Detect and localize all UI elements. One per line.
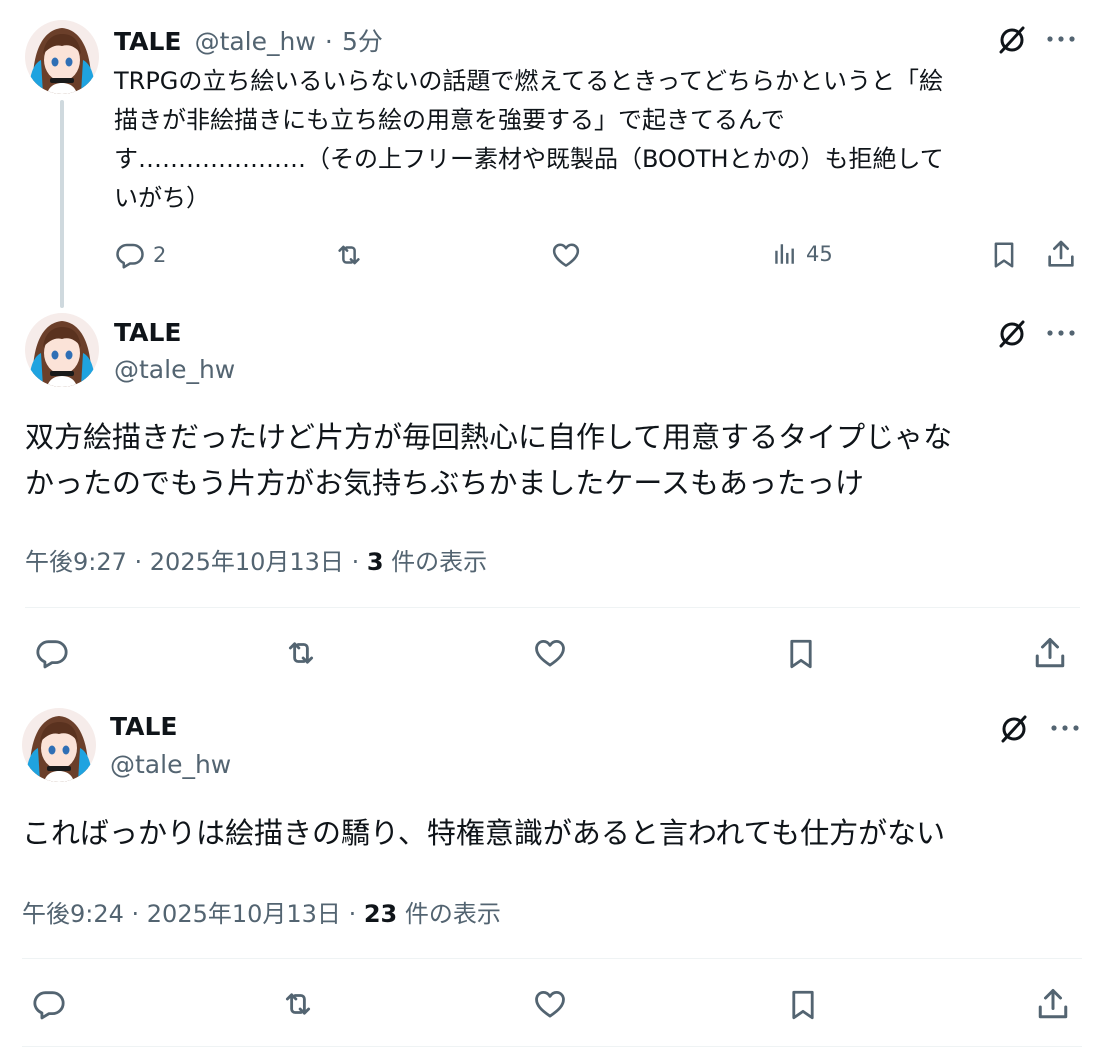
share-icon bbox=[1032, 635, 1068, 671]
bookmark-button[interactable] bbox=[989, 239, 1019, 271]
reply-button[interactable] bbox=[32, 987, 66, 1021]
reply-icon bbox=[32, 987, 66, 1021]
like-icon bbox=[551, 240, 581, 270]
more-dots-icon[interactable] bbox=[1046, 328, 1076, 338]
like-button[interactable] bbox=[551, 240, 581, 270]
share-button[interactable] bbox=[1032, 635, 1068, 671]
avatar[interactable] bbox=[25, 313, 99, 387]
views-count: 45 bbox=[806, 242, 833, 266]
handle[interactable]: @tale_hw bbox=[110, 750, 231, 779]
bookmark-button[interactable] bbox=[784, 636, 818, 672]
retweet-icon bbox=[280, 987, 316, 1021]
bookmark-icon bbox=[989, 239, 1019, 271]
tweet-text-line: 描きが非絵描きにも立ち絵の用意を強要する」で起きてるんで bbox=[114, 106, 785, 134]
tweet-text: 双方絵描きだったけど片方が毎回熱心に自作して用意するタイプじゃな かったのでもう… bbox=[25, 414, 1085, 506]
tweet-text-line: いがち） bbox=[114, 184, 210, 212]
bookmark-icon bbox=[786, 987, 820, 1023]
grok-slash-icon[interactable] bbox=[996, 318, 1028, 350]
display-name[interactable]: TALE bbox=[114, 27, 181, 56]
views-label: 件の表示 bbox=[383, 548, 488, 576]
share-button[interactable] bbox=[1045, 238, 1077, 270]
views-count: 23 bbox=[363, 900, 398, 928]
tweet-timestamp-line: 午後9:27 · 2025年10月13日 · 3 件の表示 bbox=[25, 542, 487, 577]
handle[interactable]: @tale_hw bbox=[195, 27, 316, 56]
reply-icon bbox=[35, 636, 69, 670]
divider bbox=[22, 958, 1082, 959]
share-icon bbox=[1035, 986, 1071, 1022]
like-icon bbox=[533, 636, 567, 670]
reply-icon bbox=[115, 240, 145, 270]
timestamp[interactable]: 午後9:24 · 2025年10月13日 · bbox=[22, 900, 364, 928]
retweet-icon bbox=[333, 240, 365, 270]
reply-button[interactable]: 2 bbox=[115, 240, 166, 270]
views-label: 件の表示 bbox=[397, 900, 501, 928]
tweet-text-line: す…………………（その上フリー素材や既製品（BOOTHとかの）も拒絶して bbox=[114, 145, 944, 173]
tweet-text: こればっかりは絵描きの驕り、特権意識があると言われても仕方がない bbox=[22, 816, 946, 850]
tweet-header: TALE @tale_hw · 5分 bbox=[114, 22, 383, 58]
retweet-button[interactable] bbox=[280, 987, 316, 1021]
handle[interactable]: @tale_hw bbox=[114, 355, 235, 384]
display-name[interactable]: TALE bbox=[110, 712, 177, 741]
timestamp[interactable]: 午後9:27 · 2025年10月13日 · bbox=[25, 548, 367, 576]
tweet-timestamp-line: 午後9:24 · 2025年10月13日 · 23 件の表示 bbox=[22, 894, 501, 929]
more-dots-icon[interactable] bbox=[1046, 34, 1076, 44]
divider bbox=[22, 1046, 1082, 1047]
thread-connector-line bbox=[60, 100, 64, 308]
grok-slash-icon[interactable] bbox=[996, 24, 1028, 56]
retweet-button[interactable] bbox=[333, 240, 365, 270]
retweet-icon bbox=[283, 636, 319, 670]
like-icon bbox=[533, 987, 567, 1021]
share-icon bbox=[1045, 238, 1077, 270]
divider bbox=[25, 607, 1080, 608]
like-button[interactable] bbox=[533, 987, 567, 1021]
more-dots-icon[interactable] bbox=[1050, 723, 1080, 733]
avatar[interactable] bbox=[22, 708, 96, 782]
reply-count: 2 bbox=[153, 243, 167, 267]
display-name[interactable]: TALE bbox=[114, 318, 181, 347]
bookmark-icon bbox=[784, 636, 818, 672]
share-button[interactable] bbox=[1035, 986, 1071, 1022]
like-button[interactable] bbox=[533, 636, 567, 670]
tweet-text-line: かったのでもう片方がお気持ちぶちかましたケースもあったっけ bbox=[25, 466, 864, 500]
views-count: 3 bbox=[366, 548, 384, 576]
bookmark-button[interactable] bbox=[786, 987, 820, 1023]
avatar[interactable] bbox=[25, 20, 99, 94]
reply-button[interactable] bbox=[35, 636, 69, 670]
tweet-text-line: 双方絵描きだったけど片方が毎回熱心に自作して用意するタイプじゃな bbox=[25, 420, 953, 454]
tweet-text-line: TRPGの立ち絵いるいらないの話題で燃えてるときってどちらかというと「絵 bbox=[114, 67, 944, 95]
time-separator: · bbox=[324, 27, 333, 56]
views-button[interactable]: 45 bbox=[772, 241, 833, 267]
tweet-text: TRPGの立ち絵いるいらないの話題で燃えてるときってどちらかというと「絵 描きが… bbox=[114, 62, 1084, 218]
grok-slash-icon[interactable] bbox=[998, 713, 1030, 745]
retweet-button[interactable] bbox=[283, 636, 319, 670]
relative-time[interactable]: 5分 bbox=[342, 27, 383, 56]
views-icon bbox=[772, 241, 798, 267]
